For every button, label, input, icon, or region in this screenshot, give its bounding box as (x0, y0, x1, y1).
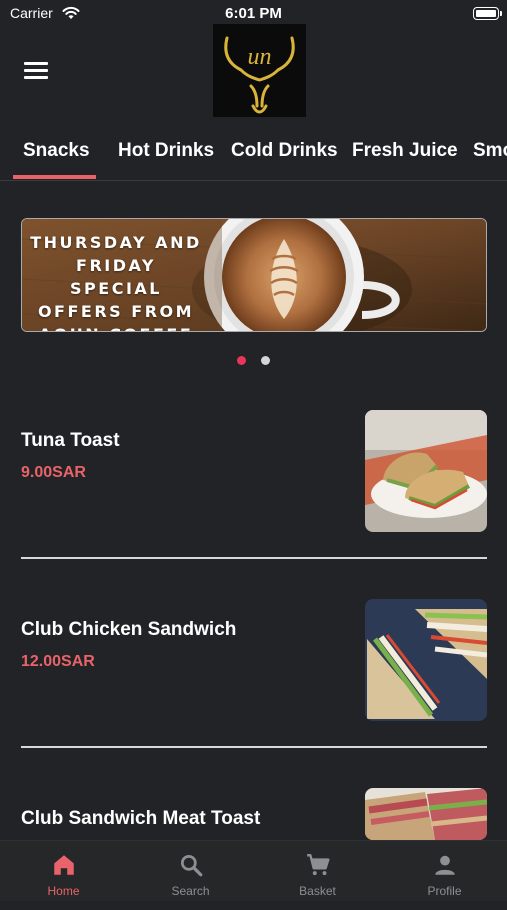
home-icon (54, 855, 74, 875)
menu-item[interactable]: Tuna Toast 9.00SAR (21, 410, 487, 532)
tab-snacks[interactable]: Snacks (23, 140, 90, 162)
profile-icon (435, 855, 455, 875)
promo-banner[interactable]: THURSDAY AND FRIDAY SPECIAL OFFERS FROM … (21, 218, 487, 332)
item-price: 12.00SAR (21, 653, 95, 670)
item-divider (21, 746, 487, 748)
carousel-dot-active[interactable] (237, 356, 247, 365)
nav-search[interactable]: Search (127, 841, 254, 901)
status-time: 6:01 PM (225, 5, 282, 22)
search-icon (180, 854, 203, 877)
nav-home-label: Home (47, 884, 80, 898)
banner-text: THURSDAY AND FRIDAY SPECIAL OFFERS FROM … (30, 233, 202, 331)
nav-profile[interactable]: Profile (381, 841, 507, 901)
carousel-dots (0, 352, 507, 370)
item-image[interactable] (365, 410, 487, 532)
tab-cold-drinks[interactable]: Cold Drinks (231, 140, 338, 162)
bottom-nav: Home Search Basket Profile (0, 840, 507, 901)
item-price: 9.00SAR (21, 464, 86, 481)
nav-home[interactable]: Home (0, 841, 127, 901)
item-name: Tuna Toast (21, 430, 120, 451)
item-name: Club Chicken Sandwich (21, 619, 237, 640)
item-image[interactable] (365, 788, 487, 840)
active-tab-indicator (13, 175, 96, 179)
tab-hot-drinks[interactable]: Hot Drinks (118, 140, 214, 162)
item-divider (21, 557, 487, 559)
menu-item[interactable]: Club Chicken Sandwich 12.00SAR (21, 599, 487, 721)
nav-profile-label: Profile (427, 884, 462, 898)
nav-search-label: Search (171, 884, 210, 898)
item-name: Club Sandwich Meat Toast (21, 808, 261, 829)
nav-basket[interactable]: Basket (254, 841, 381, 901)
tab-smoothies[interactable]: Smo (473, 140, 507, 162)
battery-icon (473, 7, 502, 20)
logo-text: un (248, 44, 272, 70)
carousel-dot[interactable] (260, 356, 270, 365)
item-image[interactable] (365, 599, 487, 721)
cart-icon (307, 854, 330, 876)
menu-icon[interactable] (24, 62, 48, 80)
category-tabs: Snacks Hot Drinks Cold Drinks Fresh Juic… (0, 130, 507, 181)
logo: un (213, 24, 306, 117)
tab-fresh-juice[interactable]: Fresh Juice (352, 140, 458, 162)
nav-basket-label: Basket (299, 884, 336, 898)
